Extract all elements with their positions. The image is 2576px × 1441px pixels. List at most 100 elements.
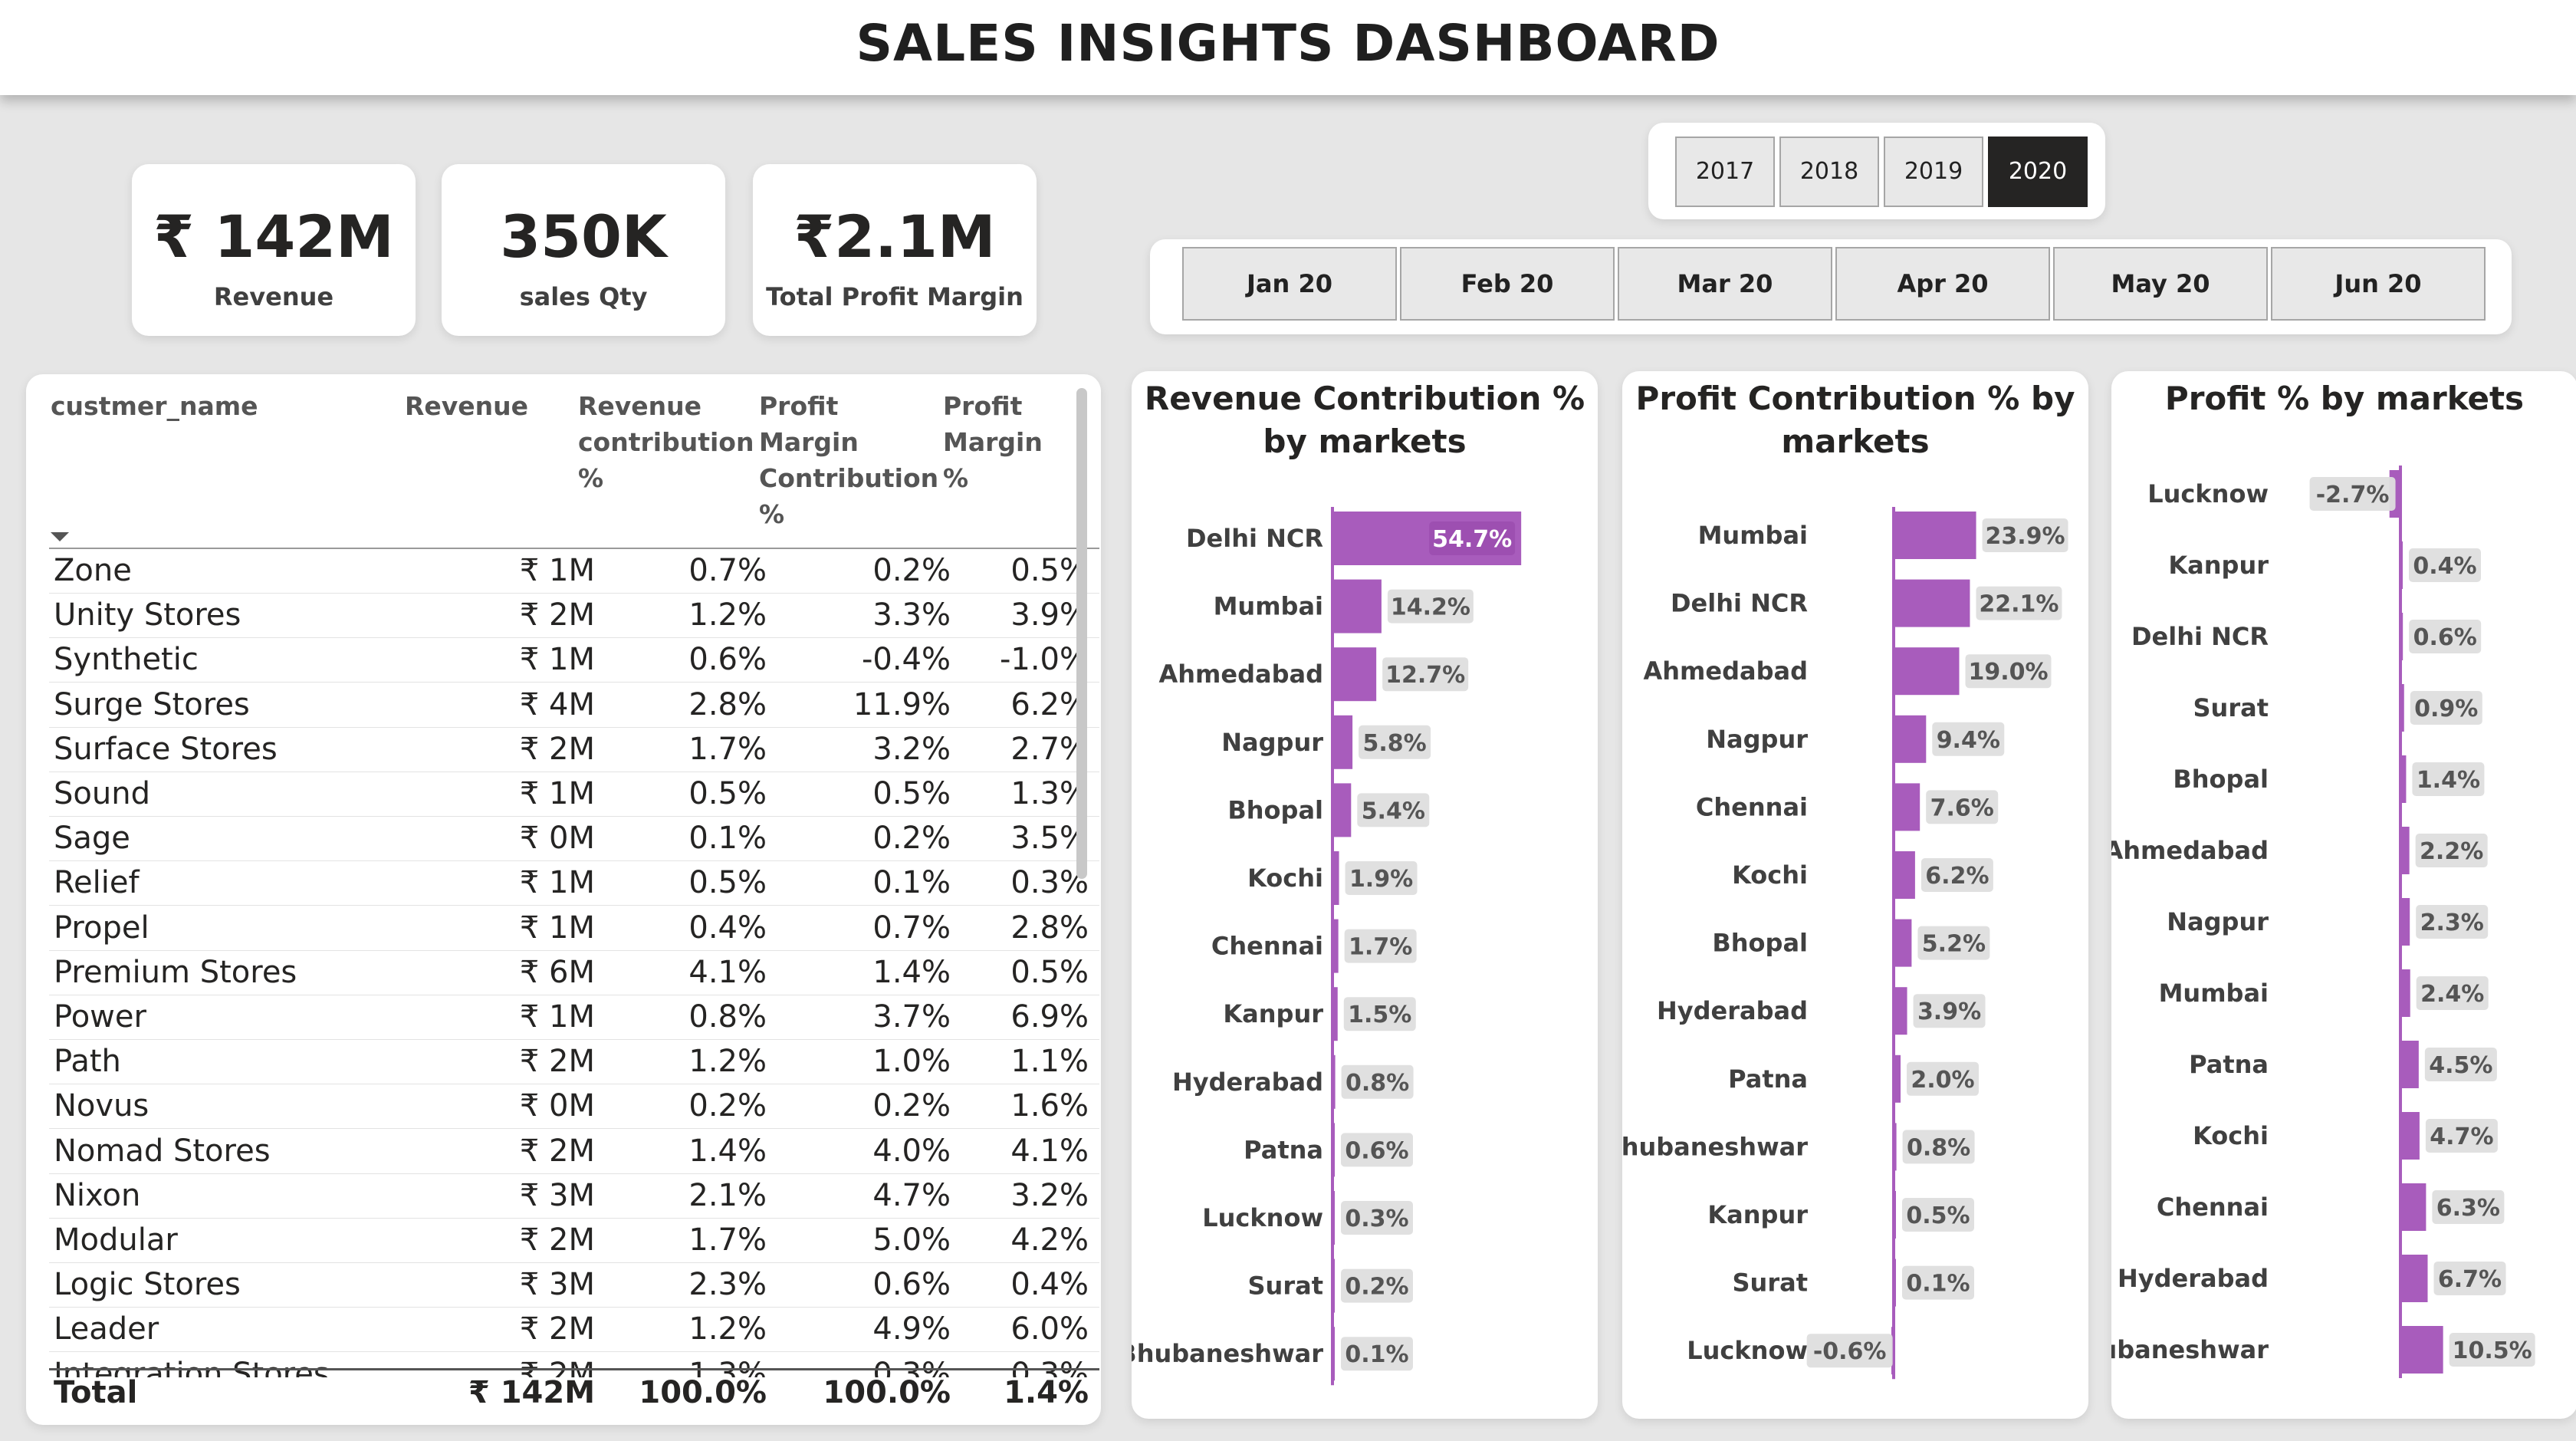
col-header-profit-margin-contribution[interactable]: Profit Margin Contribution % <box>759 388 938 532</box>
category-label: Ahmedabad <box>2111 836 2269 865</box>
row-revenue-contribution: 1.2% <box>688 597 767 633</box>
month-button-may[interactable]: May 20 <box>2053 247 2268 321</box>
category-label: Bhopal <box>1227 795 1323 824</box>
row-name: Unity Stores <box>54 597 242 633</box>
month-button-apr[interactable]: Apr 20 <box>1835 247 2050 321</box>
table-row[interactable]: Zone ₹ 1M 0.7% 0.2% 0.5% <box>49 549 1099 594</box>
row-profit-margin-contribution: 11.9% <box>853 686 951 722</box>
category-label: Lucknow <box>2147 479 2269 508</box>
table-row[interactable]: Logic Stores ₹ 3M 2.3% 0.6% 0.4% <box>49 1263 1099 1308</box>
table-row[interactable]: Sound ₹ 1M 0.5% 0.5% 1.3% <box>49 772 1099 817</box>
row-revenue: ₹ 2M <box>519 731 595 767</box>
row-name: Sage <box>54 821 130 857</box>
kpi-profit-margin-label: Total Profit Margin <box>766 282 1024 311</box>
row-profit-margin-pct: 4.2% <box>1010 1222 1089 1258</box>
row-revenue-contribution: 1.2% <box>688 1044 767 1080</box>
data-label: 19.0% <box>1968 659 2048 686</box>
bar <box>2400 827 2410 874</box>
data-label: -2.7% <box>2316 482 2390 508</box>
month-button-mar[interactable]: Mar 20 <box>1618 247 1832 321</box>
row-revenue-contribution: 1.2% <box>688 1311 767 1347</box>
table-scrollbar[interactable] <box>1076 388 1087 879</box>
row-profit-margin-contribution: 0.1% <box>872 865 951 901</box>
bar <box>1332 1327 1335 1381</box>
table-row[interactable]: Nomad Stores ₹ 2M 1.4% 4.0% 4.1% <box>49 1130 1099 1174</box>
data-label: 5.4% <box>1362 798 1425 824</box>
row-name: Nixon <box>54 1177 141 1213</box>
col-header-profit-margin-pct[interactable]: Profit Margin % <box>943 388 1043 496</box>
table-body[interactable]: Zone ₹ 1M 0.7% 0.2% 0.5% Unity Stores ₹ 2M 1.2%… <box>26 549 1101 1377</box>
month-button-feb[interactable]: Feb 20 <box>1400 247 1615 321</box>
row-revenue: ₹ 1M <box>519 776 595 811</box>
category-label: Lucknow <box>1687 1336 1808 1365</box>
month-button-jan[interactable]: Jan 20 <box>1182 247 1397 321</box>
row-profit-margin-contribution: 0.5% <box>872 776 951 811</box>
row-revenue-contribution: 1.4% <box>688 1133 767 1169</box>
year-button-2018[interactable]: 2018 <box>1779 137 1879 207</box>
month-button-jun[interactable]: Jun 20 <box>2271 247 2486 321</box>
profit-contribution-chart: Mumbai 23.9% Delhi NCR 22.1% Ahmedabad 19.0% N… <box>1622 507 2068 1380</box>
data-label: 4.5% <box>2429 1052 2492 1079</box>
table-row[interactable]: Synthetic ₹ 1M 0.6% -0.4% -1.0% <box>49 638 1099 683</box>
table-row[interactable]: Power ₹ 1M 0.8% 3.7% 6.9% <box>49 995 1099 1040</box>
col-header-line: contribution <box>578 427 754 457</box>
data-label: 2.2% <box>2420 838 2483 865</box>
row-profit-margin-contribution: 0.2% <box>872 1088 951 1124</box>
data-label: 1.7% <box>1349 934 1412 961</box>
row-name: Propel <box>54 910 150 946</box>
row-revenue: ₹ 1M <box>519 999 595 1035</box>
row-revenue: ₹ 2M <box>519 1311 595 1347</box>
category-label: Nagpur <box>1706 725 1808 754</box>
table-row[interactable]: Novus ₹ 0M 0.2% 0.2% 1.6% <box>49 1084 1099 1130</box>
bar <box>1894 1191 1896 1239</box>
table-row[interactable]: Surge Stores ₹ 4M 2.8% 11.9% 6.2% <box>49 683 1099 728</box>
data-label: 3.9% <box>1917 999 1981 1025</box>
bar <box>2400 969 2410 1017</box>
col-header-line: Revenue <box>578 391 702 421</box>
row-revenue-contribution: 2.3% <box>688 1267 767 1303</box>
bar <box>1894 1123 1897 1171</box>
category-label: Chennai <box>2157 1193 2269 1222</box>
kpi-sales-qty-label: sales Qty <box>519 282 648 311</box>
data-label: 1.5% <box>1348 1002 1411 1028</box>
bar <box>1894 579 1970 627</box>
row-revenue: ₹ 4M <box>519 686 595 722</box>
total-revenue: ₹ 142M <box>468 1375 595 1410</box>
data-label: 6.3% <box>2436 1195 2500 1222</box>
table-row[interactable]: Propel ₹ 1M 0.4% 0.7% 2.8% <box>49 906 1099 951</box>
category-label: Hyderabad <box>1172 1068 1323 1097</box>
row-name: Nomad Stores <box>54 1133 271 1169</box>
table-row[interactable]: Nixon ₹ 3M 2.1% 4.7% 3.2% <box>49 1174 1099 1219</box>
row-revenue: ₹ 0M <box>519 1088 595 1124</box>
col-header-line: % <box>578 463 604 493</box>
table-row[interactable]: Leader ₹ 2M 1.2% 4.9% 6.0% <box>49 1308 1099 1353</box>
category-label: Nagpur <box>2167 907 2269 936</box>
col-header-customer[interactable]: custmer_name <box>51 388 258 424</box>
table-row[interactable]: Path ₹ 2M 1.2% 1.0% 1.1% <box>49 1040 1099 1085</box>
table-row[interactable]: Premium Stores ₹ 6M 4.1% 1.4% 0.5% <box>49 951 1099 995</box>
col-header-revenue-contribution[interactable]: Revenue contribution % <box>578 388 754 496</box>
row-revenue: ₹ 1M <box>519 910 595 946</box>
col-header-line: Profit <box>943 391 1023 421</box>
table-row[interactable]: Unity Stores ₹ 2M 1.2% 3.3% 3.9% <box>49 594 1099 639</box>
table-row[interactable]: Sage ₹ 0M 0.1% 0.2% 3.5% <box>49 817 1099 862</box>
table-row[interactable]: Modular ₹ 2M 1.7% 5.0% 4.2% <box>49 1219 1099 1263</box>
category-label: Patna <box>1244 1135 1323 1164</box>
table-row[interactable]: Surface Stores ₹ 2M 1.7% 3.2% 2.7% <box>49 728 1099 772</box>
table-row[interactable]: Relief ₹ 1M 0.5% 0.1% 0.3% <box>49 861 1099 906</box>
kpi-revenue-value: ₹ 142M <box>153 202 394 271</box>
profit-pct-chart-card: Profit % by markets Lucknow -2.7% Kanpur 0.… <box>2111 371 2576 1419</box>
year-button-2020[interactable]: 2020 <box>1988 137 2088 207</box>
year-button-2017[interactable]: 2017 <box>1675 137 1775 207</box>
category-label: Patna <box>1728 1064 1808 1094</box>
category-label: Hyderabad <box>2118 1264 2269 1293</box>
row-name: Surge Stores <box>54 686 250 722</box>
sort-descending-icon[interactable] <box>49 531 71 543</box>
data-label: 22.1% <box>1979 591 2058 618</box>
col-header-revenue[interactable]: Revenue <box>405 388 528 424</box>
total-divider <box>49 1368 1099 1370</box>
row-revenue-contribution: 0.6% <box>688 642 767 678</box>
year-button-2019[interactable]: 2019 <box>1884 137 1983 207</box>
row-profit-margin-contribution: 5.0% <box>872 1222 951 1258</box>
row-revenue-contribution: 1.7% <box>688 731 767 767</box>
